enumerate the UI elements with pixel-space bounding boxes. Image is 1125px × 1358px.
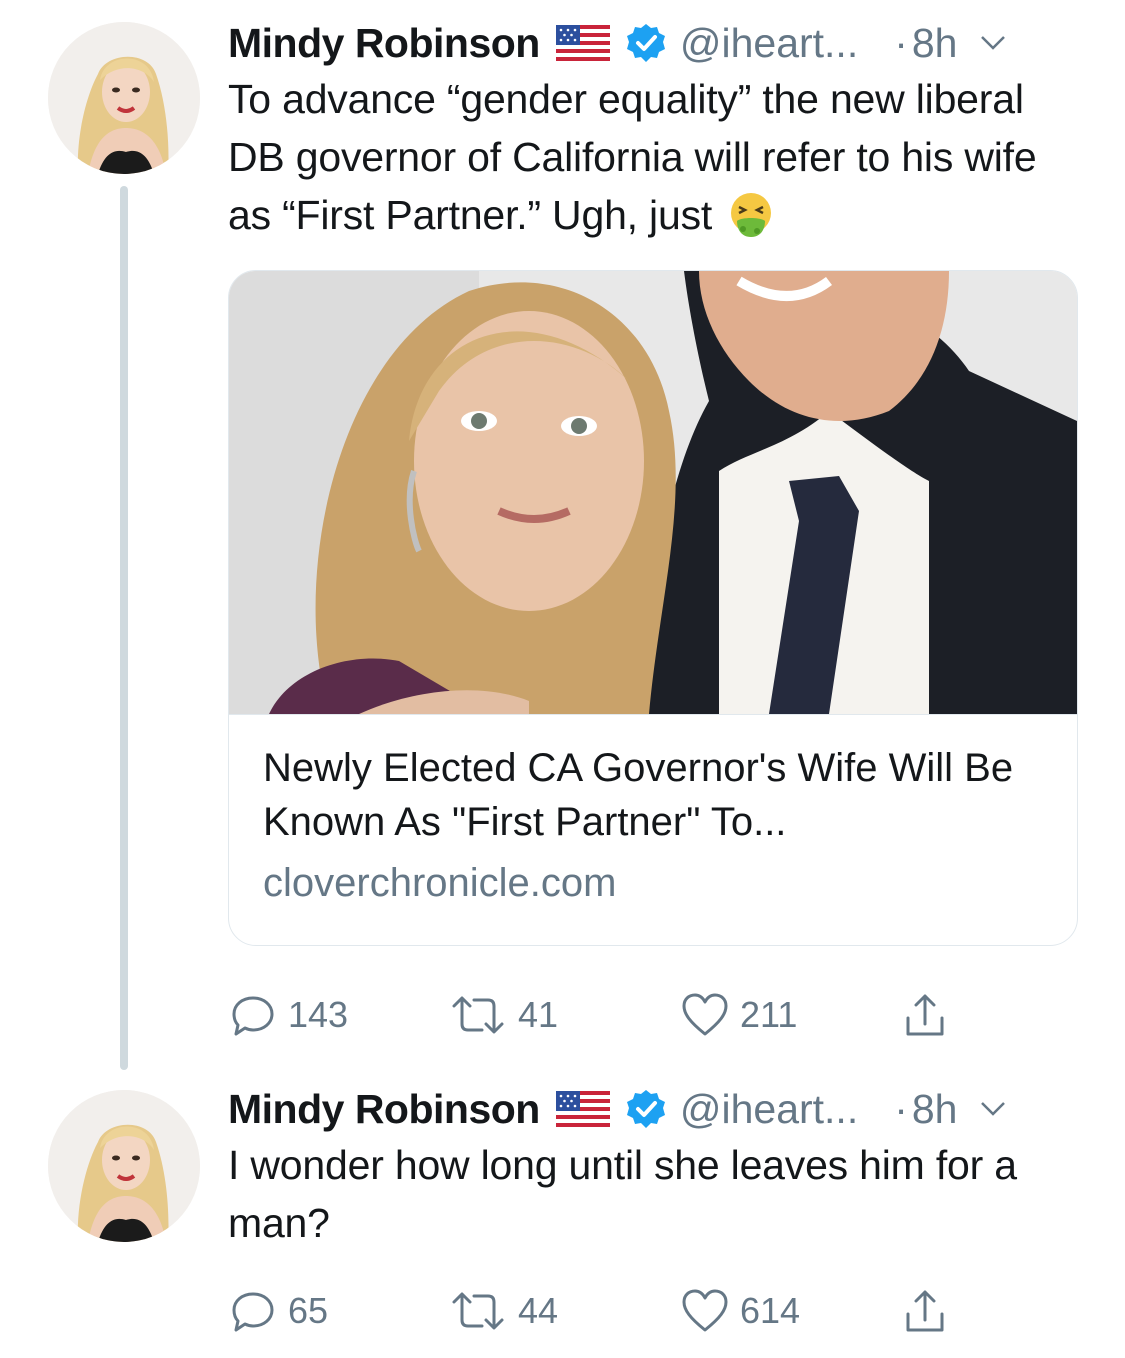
retweet-icon bbox=[452, 1292, 504, 1330]
reply-icon bbox=[232, 1292, 274, 1332]
share-icon bbox=[906, 1290, 944, 1332]
avatar[interactable] bbox=[48, 22, 200, 174]
tweet-time[interactable]: 8h bbox=[912, 20, 958, 67]
avatar[interactable] bbox=[48, 1090, 200, 1242]
share-button[interactable] bbox=[900, 1286, 960, 1336]
retweet-button[interactable]: 41 bbox=[448, 990, 558, 1040]
tweet-actions: 65 44 614 bbox=[228, 1286, 988, 1336]
card-image bbox=[229, 271, 1077, 714]
reply-count: 65 bbox=[288, 1290, 329, 1331]
tweet-body: To advance “gender equality” the new lib… bbox=[228, 76, 1037, 238]
us-flag-icon bbox=[555, 1091, 610, 1127]
author-handle[interactable]: @iheart... bbox=[680, 20, 858, 67]
heart-icon bbox=[682, 1289, 728, 1332]
separator-dot: · bbox=[894, 19, 908, 66]
tweet-actions: 143 41 211 bbox=[228, 990, 988, 1040]
thread-line bbox=[120, 186, 128, 1070]
like-button[interactable]: 211 bbox=[680, 990, 797, 1040]
tweet-header: Mindy Robinson @iheart... · 8h bbox=[228, 18, 1077, 68]
like-count: 211 bbox=[740, 994, 798, 1035]
link-card[interactable]: Newly Elected CA Governor's Wife Will Be… bbox=[228, 270, 1078, 946]
share-button[interactable] bbox=[900, 990, 960, 1040]
retweet-count: 41 bbox=[518, 994, 559, 1035]
verified-badge-icon bbox=[626, 1090, 665, 1128]
retweet-button[interactable]: 44 bbox=[448, 1286, 558, 1336]
separator-dot: · bbox=[894, 1085, 908, 1132]
author-handle[interactable]: @iheart... bbox=[680, 1086, 858, 1133]
share-icon bbox=[906, 994, 944, 1036]
tweet-time[interactable]: 8h bbox=[912, 1086, 958, 1133]
us-flag-icon bbox=[555, 25, 610, 61]
tweet-body: I wonder how long until she leaves him f… bbox=[228, 1142, 1017, 1246]
chevron-down-icon[interactable] bbox=[979, 1100, 1007, 1118]
card-title[interactable]: Newly Elected CA Governor's Wife Will Be… bbox=[263, 741, 1043, 849]
like-count: 614 bbox=[740, 1290, 801, 1331]
reply-button[interactable]: 65 bbox=[228, 1286, 328, 1336]
card-domain: cloverchronicle.com bbox=[263, 861, 617, 905]
card-body: Newly Elected CA Governor's Wife Will Be… bbox=[229, 714, 1077, 906]
reply-count: 143 bbox=[288, 994, 349, 1035]
like-button[interactable]: 614 bbox=[680, 1286, 800, 1336]
reply-button[interactable]: 143 bbox=[228, 990, 348, 1040]
retweet-count: 44 bbox=[518, 1290, 559, 1331]
author-name[interactable]: Mindy Robinson bbox=[228, 20, 540, 67]
tweet-text: I wonder how long until she leaves him f… bbox=[228, 1136, 1077, 1252]
reply-icon bbox=[232, 996, 274, 1036]
heart-icon bbox=[682, 993, 728, 1036]
chevron-down-icon[interactable] bbox=[979, 34, 1007, 52]
author-name[interactable]: Mindy Robinson bbox=[228, 1086, 540, 1133]
verified-badge-icon bbox=[626, 24, 665, 62]
retweet-icon bbox=[452, 996, 504, 1034]
tweet-text: To advance “gender equality” the new lib… bbox=[228, 70, 1077, 244]
nauseated-face-icon bbox=[731, 193, 772, 237]
tweet-header: Mindy Robinson @iheart... · 8h bbox=[228, 1084, 1077, 1134]
